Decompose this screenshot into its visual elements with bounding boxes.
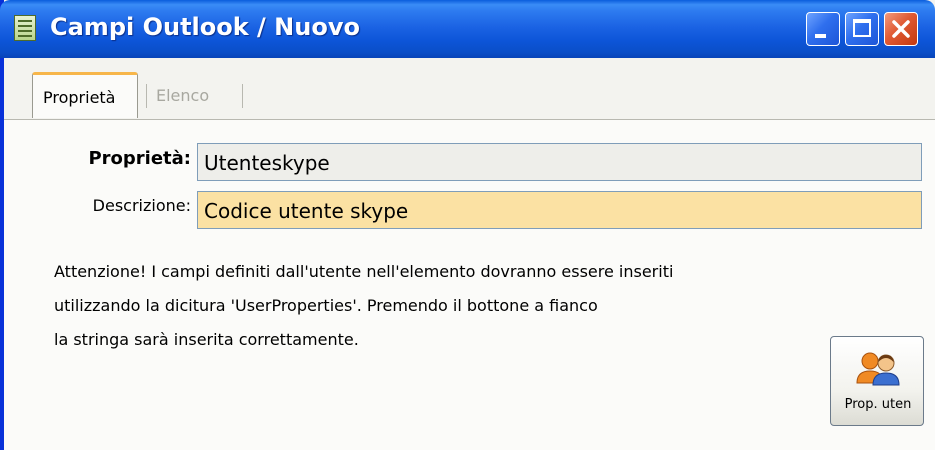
warning-line-2: utilizzando la dicitura 'UserProperties'… bbox=[54, 296, 598, 315]
warning-text: Attenzione! I campi definiti dall'utente… bbox=[54, 255, 673, 357]
users-icon bbox=[856, 352, 900, 386]
window-title: Campi Outlook / Nuovo bbox=[50, 13, 360, 41]
warning-line-3: la stringa sarà inserita correttamente. bbox=[54, 330, 359, 349]
tab-divider bbox=[242, 84, 243, 108]
tab-divider bbox=[146, 84, 147, 108]
tab-proprieta[interactable]: Proprietà bbox=[32, 72, 138, 118]
tab-strip: Proprietà Elenco bbox=[4, 58, 935, 120]
description-label: Descrizione: bbox=[92, 196, 191, 215]
tab-elenco[interactable]: Elenco bbox=[156, 86, 209, 105]
app-icon bbox=[14, 15, 36, 41]
property-field[interactable]: Utenteskype bbox=[197, 143, 922, 181]
user-properties-label: Prop. uten bbox=[844, 397, 912, 412]
close-button[interactable] bbox=[884, 12, 918, 46]
maximize-button[interactable] bbox=[845, 12, 879, 46]
title-bar[interactable]: Campi Outlook / Nuovo bbox=[0, 0, 935, 58]
close-icon bbox=[892, 20, 910, 38]
minimize-button[interactable] bbox=[806, 12, 840, 46]
user-properties-button[interactable]: Prop. uten bbox=[830, 336, 924, 426]
property-label: Proprietà: bbox=[88, 148, 191, 169]
description-field[interactable]: Codice utente skype bbox=[197, 191, 922, 229]
warning-line-1: Attenzione! I campi definiti dall'utente… bbox=[54, 262, 674, 281]
window: Campi Outlook / Nuovo Proprietà Elenco P… bbox=[0, 0, 935, 450]
